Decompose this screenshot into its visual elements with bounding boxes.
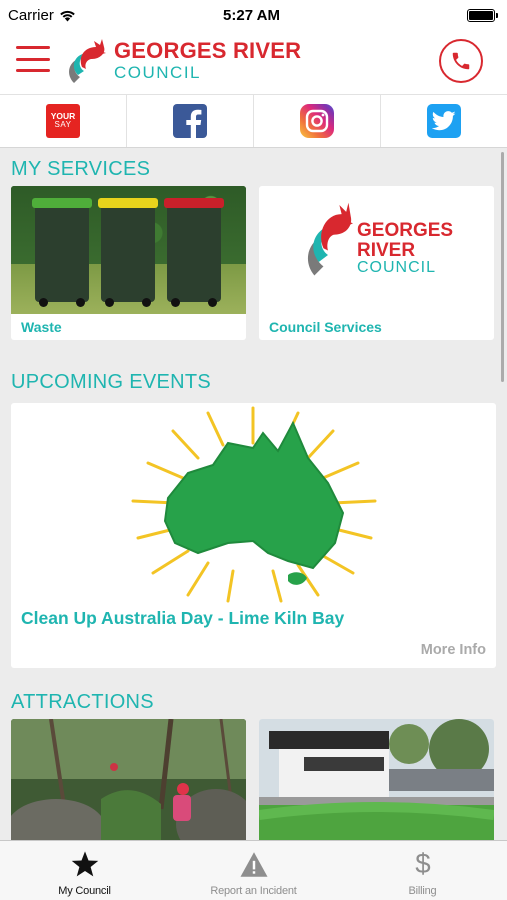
phone-icon (452, 52, 470, 70)
instagram-link[interactable] (254, 95, 381, 147)
status-bar: Carrier 5:27 AM (0, 0, 507, 30)
twitter-icon (427, 104, 461, 138)
council-services-card[interactable]: GEORGES RIVER COUNCIL Council Services (259, 186, 494, 340)
tab-report-incident[interactable]: Report an Incident (169, 841, 338, 900)
yoursay-line2: SAY (54, 120, 72, 130)
dragon-logo-icon (69, 39, 106, 83)
dollar-icon: $ (415, 849, 430, 879)
council-services-logo-line3: COUNCIL (357, 259, 437, 277)
tab-billing[interactable]: $ Billing (338, 841, 507, 900)
scroll-indicator (501, 152, 504, 382)
status-time: 5:27 AM (223, 6, 280, 24)
tab-my-council-label: My Council (58, 885, 111, 897)
waste-card[interactable]: Waste (11, 186, 246, 340)
carrier-label: Carrier (8, 6, 54, 24)
instagram-icon (300, 104, 334, 138)
waste-bins-image (11, 186, 246, 314)
home-content[interactable]: MY SERVICES Waste GEORGES RIVER COUNCIL (0, 148, 507, 840)
my-services-title: MY SERVICES (11, 158, 151, 180)
bushwalk-image (11, 719, 246, 840)
tab-billing-label: Billing (408, 885, 437, 897)
more-info-link[interactable]: More Info (421, 642, 486, 658)
yoursay-icon: YOUR SAY (46, 104, 80, 138)
svg-text:$: $ (415, 849, 430, 879)
facebook-link[interactable] (127, 95, 254, 147)
warning-icon (240, 851, 267, 877)
event-title: Clean Up Australia Day - Lime Kiln Bay (21, 608, 345, 628)
upcoming-events-title: UPCOMING EVENTS (11, 371, 212, 393)
attraction-card-oval[interactable] (259, 719, 494, 840)
hamburger-menu-button[interactable] (16, 46, 50, 72)
facebook-icon (173, 104, 207, 138)
wifi-icon (60, 10, 75, 21)
sports-oval-image (259, 719, 494, 840)
twitter-link[interactable] (381, 95, 507, 147)
tab-report-incident-label: Report an Incident (210, 885, 297, 897)
call-button[interactable] (439, 39, 483, 83)
council-services-logo: GEORGES RIVER COUNCIL (303, 198, 453, 278)
council-logo: GEORGES RIVER COUNCIL (64, 35, 301, 85)
battery-icon (467, 8, 498, 22)
logo-subtitle: COUNCIL (114, 62, 202, 82)
tab-my-council[interactable]: My Council (0, 841, 169, 900)
dragon-logo-icon (307, 202, 353, 276)
council-services-logo-line1: GEORGES (357, 220, 454, 242)
waste-card-label: Waste (21, 319, 62, 335)
app-header: GEORGES RIVER COUNCIL (0, 30, 507, 94)
attraction-card-bushwalk[interactable] (11, 719, 246, 840)
tab-bar: My Council Report an Incident $ Billing (0, 840, 507, 900)
star-icon (71, 850, 98, 876)
yoursay-link[interactable]: YOUR SAY (0, 95, 127, 147)
event-card[interactable]: Clean Up Australia Day - Lime Kiln Bay M… (11, 403, 496, 668)
council-services-logo-line2: RIVER (357, 239, 416, 261)
logo-title: GEORGES RIVER (114, 37, 302, 63)
clean-up-australia-image (131, 406, 377, 603)
attractions-title: ATTRACTIONS (11, 691, 154, 713)
social-bar: YOUR SAY (0, 94, 507, 148)
council-services-card-label: Council Services (269, 319, 382, 335)
